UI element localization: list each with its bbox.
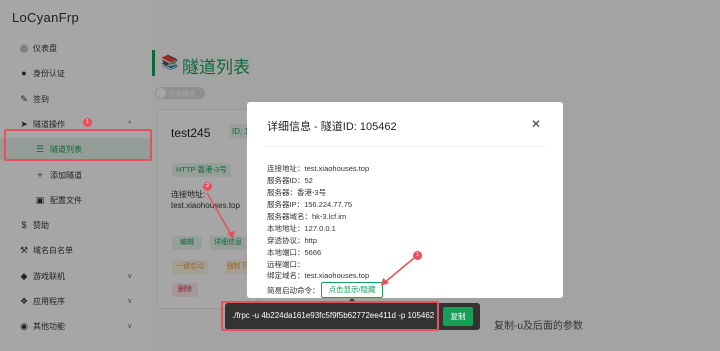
- step-badge-3: 1: [413, 251, 422, 260]
- annotation-note: 复制-u及后面的参数: [494, 321, 583, 332]
- arrow-line-show: [383, 257, 415, 284]
- step-badge-2: 2: [203, 182, 212, 191]
- arrow-head-detail: [227, 231, 235, 239]
- arrow-line-detail: [206, 192, 233, 237]
- annotation-arrows: [206, 192, 415, 286]
- step-badge-1: 1: [83, 118, 92, 127]
